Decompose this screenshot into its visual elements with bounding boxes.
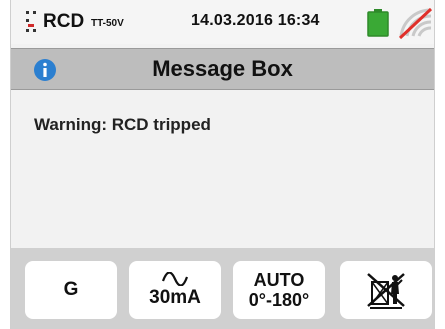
status-bar: RCD TT-50V 14.03.2016 16:34 — [11, 0, 434, 44]
softkey-phase-range: 0°-180° — [248, 290, 310, 310]
instrument-screen: RCD TT-50V 14.03.2016 16:34 Message Box … — [10, 0, 435, 329]
softkey-current[interactable]: 30mA — [129, 261, 221, 319]
wireless-off-icon — [398, 7, 433, 40]
softkey-bar: G 30mA AUTO 0°-180° — [11, 248, 434, 329]
title-bar: Message Box — [11, 48, 434, 90]
softkey-phase[interactable]: AUTO 0°-180° — [233, 261, 325, 319]
softkey-g-label: G — [63, 279, 79, 300]
no-earth-icon — [367, 273, 405, 309]
date-time: 14.03.2016 16:34 — [191, 12, 320, 29]
warning-message: Warning: RCD tripped — [34, 115, 211, 134]
page-title: Message Box — [152, 56, 293, 81]
battery-icon — [367, 9, 389, 37]
softkey-current-label: 30mA — [149, 286, 201, 308]
function-subtitle: TT-50V — [91, 18, 124, 29]
softkey-earth[interactable] — [340, 261, 432, 319]
softkey-phase-mode: AUTO — [253, 270, 305, 290]
sine-wave-icon — [161, 271, 189, 286]
softkey-g[interactable]: G — [25, 261, 117, 319]
rcd-function-icon — [26, 11, 36, 32]
function-name: RCD — [43, 11, 85, 32]
